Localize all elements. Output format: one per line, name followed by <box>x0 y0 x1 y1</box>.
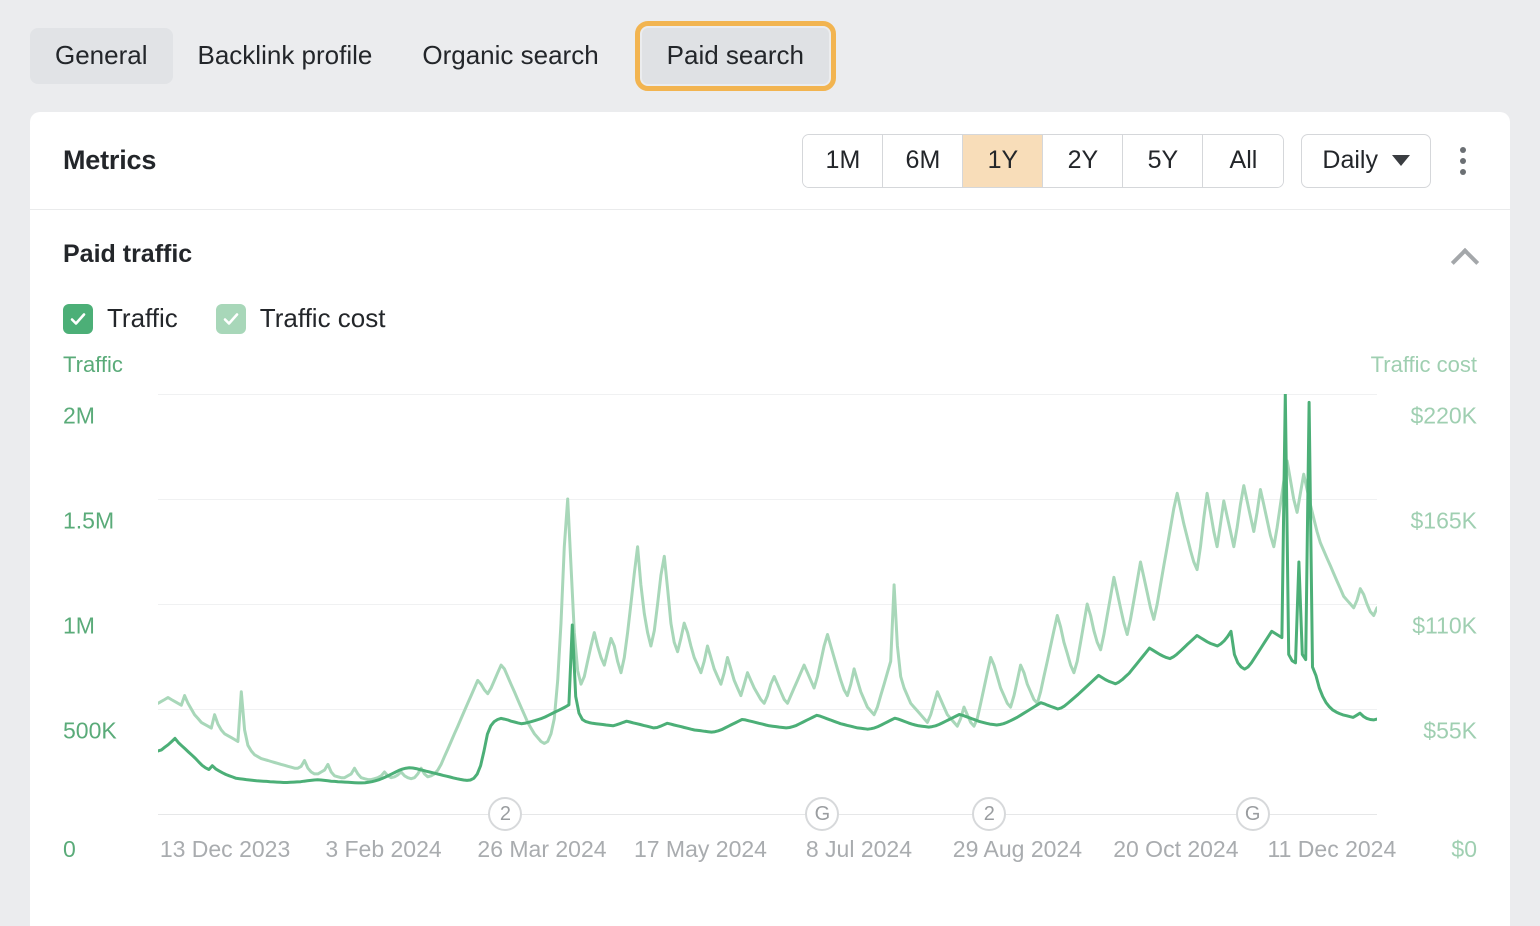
tab-paid-search[interactable]: Paid search <box>642 28 829 84</box>
x-axis-tick-label: 26 Mar 2024 <box>477 836 606 863</box>
range-button-2y[interactable]: 2Y <box>1043 135 1123 187</box>
right-axis-title: Traffic cost <box>1371 352 1477 378</box>
x-axis-tick-label: 17 May 2024 <box>634 836 767 863</box>
series-line-traffic <box>158 394 1377 783</box>
chevron-down-icon <box>1392 155 1410 166</box>
range-button-5y[interactable]: 5Y <box>1123 135 1203 187</box>
right-axis-tick: $165K <box>1410 508 1477 535</box>
metrics-card: Metrics 1M 6M 1Y 2Y 5Y All Daily Paid tr… <box>30 112 1510 926</box>
date-range-selector[interactable]: 1M 6M 1Y 2Y 5Y All <box>802 134 1284 188</box>
granularity-dropdown[interactable]: Daily <box>1301 134 1431 188</box>
x-axis-tick-label: 20 Oct 2024 <box>1113 836 1238 863</box>
check-icon <box>221 309 241 329</box>
series-line-traffic-cost <box>158 461 1377 780</box>
traffic-checkbox[interactable] <box>63 304 93 334</box>
metrics-header: Metrics 1M 6M 1Y 2Y 5Y All Daily <box>30 112 1510 210</box>
right-axis-zero-tick: $0 <box>1451 836 1477 863</box>
left-axis-title: Traffic <box>63 352 123 378</box>
left-axis-zero-tick: 0 <box>63 836 76 863</box>
chart-annotation-marker[interactable]: 2 <box>488 797 522 831</box>
left-axis-tick: 1M <box>63 613 95 640</box>
chart-annotation-marker[interactable]: G <box>1236 797 1270 831</box>
tab-backlink-profile[interactable]: Backlink profile <box>173 28 398 84</box>
paid-traffic-chart: Traffic Traffic cost 500K $55K 1M $110K 1.5M… <box>30 352 1510 882</box>
chart-annotation-marker[interactable]: 2 <box>972 797 1006 831</box>
legend-item-traffic-cost[interactable]: Traffic cost <box>216 303 386 334</box>
x-axis-tick-label: 3 Feb 2024 <box>325 836 441 863</box>
range-button-1y[interactable]: 1Y <box>963 135 1043 187</box>
traffic-cost-checkbox[interactable] <box>216 304 246 334</box>
legend-item-traffic[interactable]: Traffic <box>63 303 178 334</box>
range-button-6m[interactable]: 6M <box>883 135 963 187</box>
paid-traffic-section-header: Paid traffic <box>30 210 1510 269</box>
plot-area: 500K$55K1M$110K1.5M$165K2M$220K2G2G <box>63 394 1477 814</box>
tab-bar: General Backlink profile Organic search … <box>0 0 1540 112</box>
series-legend: Traffic Traffic cost <box>30 269 1510 334</box>
tab-organic-search[interactable]: Organic search <box>397 28 623 84</box>
right-axis-tick: $55K <box>1423 718 1477 745</box>
chevron-up-icon[interactable] <box>1452 248 1478 262</box>
left-axis-tick: 500K <box>63 718 117 745</box>
right-axis-tick: $110K <box>1412 613 1477 640</box>
tab-general[interactable]: General <box>30 28 173 84</box>
legend-label-traffic-cost: Traffic cost <box>260 303 386 334</box>
kebab-menu-icon[interactable] <box>1448 134 1478 188</box>
range-button-1m[interactable]: 1M <box>803 135 883 187</box>
x-axis: 0 $0 13 Dec 2023 3 Feb 2024 26 Mar 2024 17 … <box>63 836 1477 876</box>
legend-label-traffic: Traffic <box>107 303 178 334</box>
check-icon <box>68 309 88 329</box>
page-title: Metrics <box>63 145 156 176</box>
x-axis-tick-label: 13 Dec 2023 <box>160 836 290 863</box>
chart-annotation-marker[interactable]: G <box>805 797 839 831</box>
left-axis-tick: 2M <box>63 403 95 430</box>
x-axis-tick-label: 29 Aug 2024 <box>953 836 1082 863</box>
range-button-all[interactable]: All <box>1203 135 1283 187</box>
granularity-value: Daily <box>1322 146 1378 175</box>
x-axis-tick-label: 8 Jul 2024 <box>806 836 912 863</box>
metrics-header-controls: 1M 6M 1Y 2Y 5Y All Daily <box>802 134 1478 188</box>
series-lines <box>158 394 1377 816</box>
left-axis-tick: 1.5M <box>63 508 114 535</box>
x-axis-tick-label: 11 Dec 2024 <box>1268 836 1397 863</box>
section-title: Paid traffic <box>63 240 192 269</box>
right-axis-tick: $220K <box>1410 403 1477 430</box>
